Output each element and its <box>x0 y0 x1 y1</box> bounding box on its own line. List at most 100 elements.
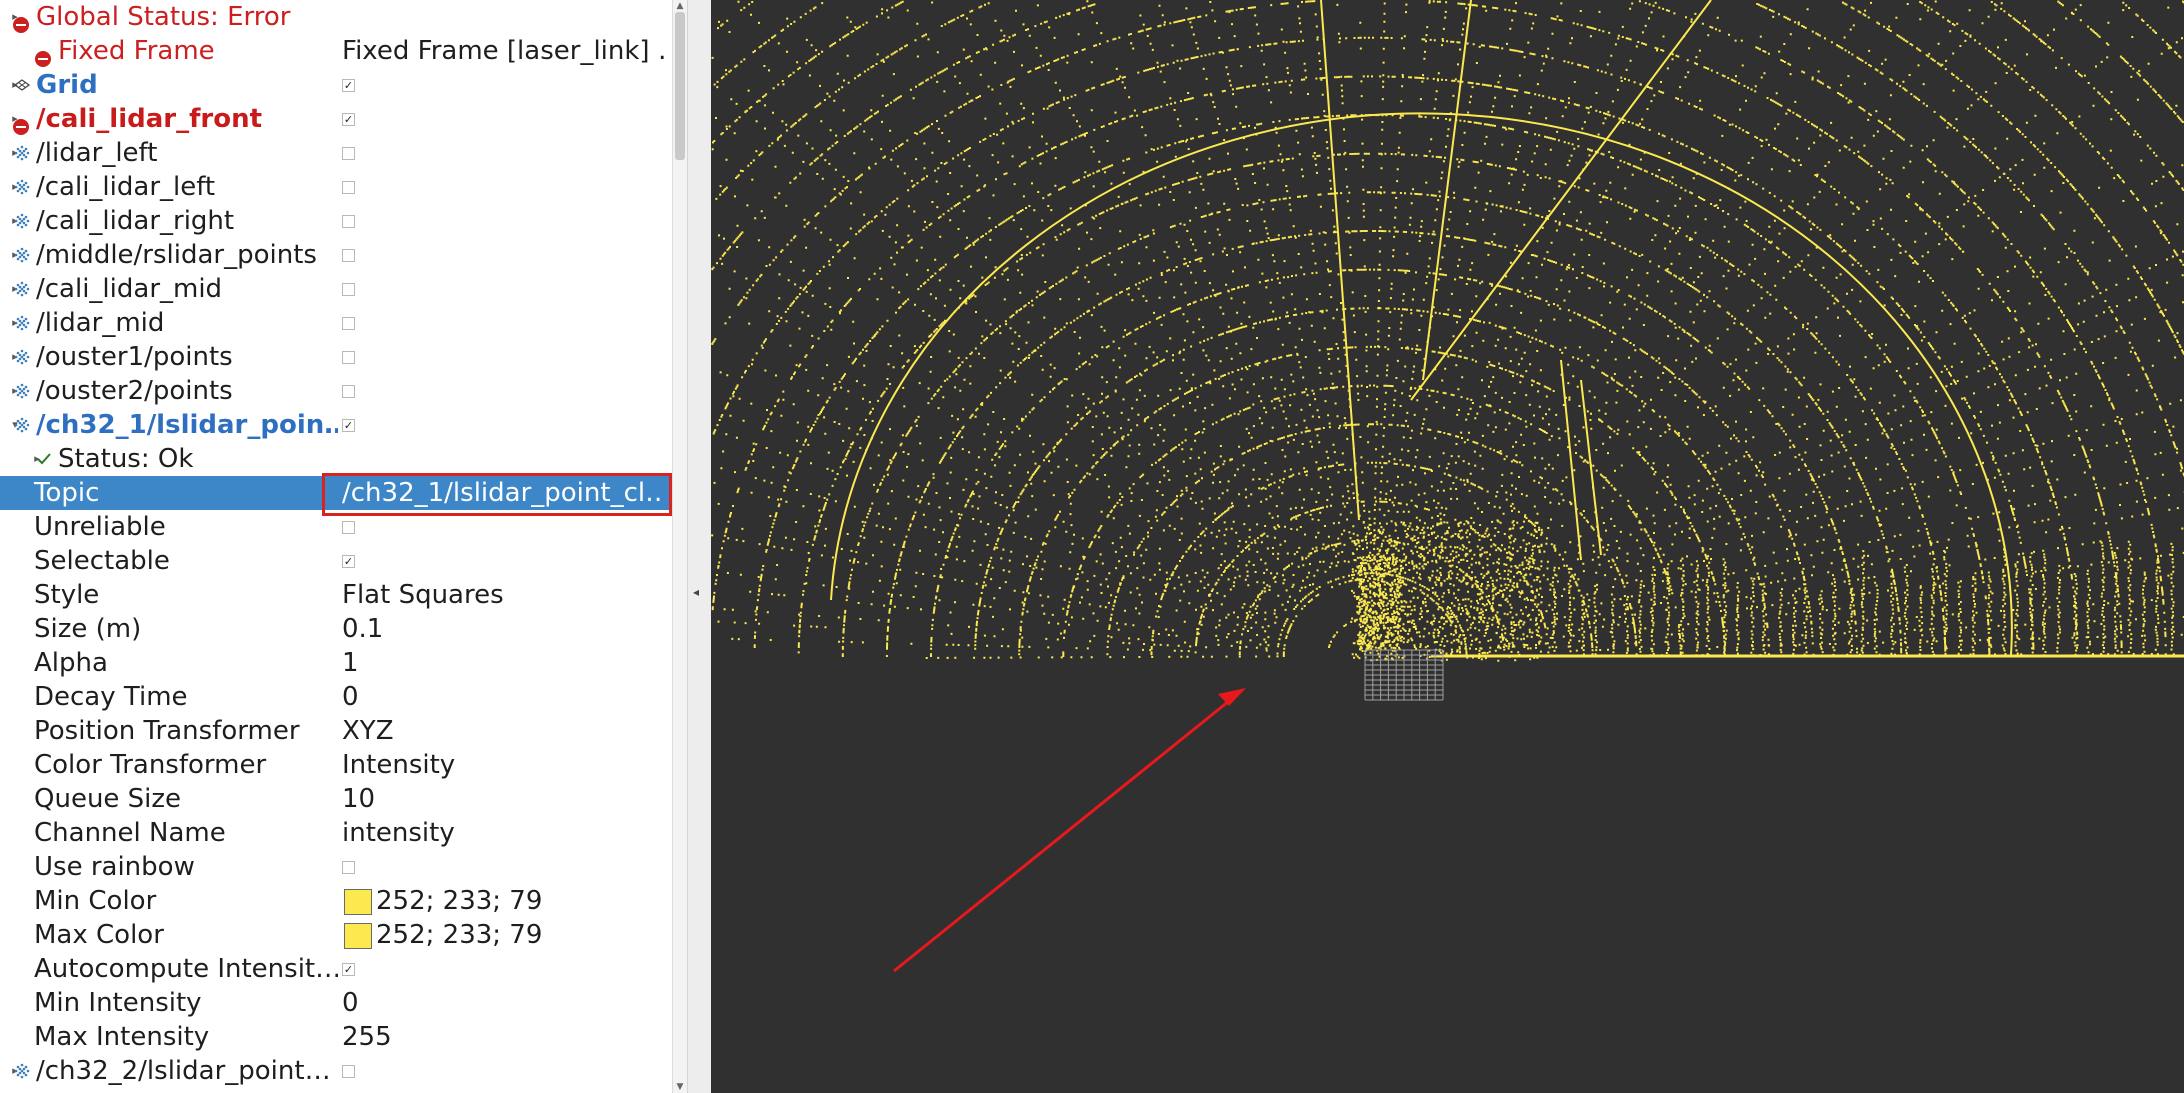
row-value[interactable]: Flat Squares <box>342 578 504 612</box>
prop-max-intensity-row[interactable]: Max Intensity 255 <box>0 1020 672 1054</box>
enable-checkbox[interactable]: ✓ <box>342 113 355 126</box>
prop-color-transformer-row[interactable]: Color Transformer Intensity <box>0 748 672 782</box>
display-cali-lidar-mid-row[interactable]: ▸/cali_lidar_mid <box>0 272 672 306</box>
row-value[interactable]: 10 <box>342 782 375 816</box>
row-label: Use rainbow <box>34 852 195 882</box>
enable-checkbox[interactable] <box>342 351 355 364</box>
pointcloud-icon <box>13 144 31 162</box>
display-lidar-mid-row[interactable]: ▸/lidar_mid <box>0 306 672 340</box>
color-value[interactable]: 252; 233; 79 <box>376 918 542 952</box>
name-cell: Unreliable <box>0 510 338 544</box>
value-cell: 0 <box>342 680 664 714</box>
display-cali-lidar-right-row[interactable]: ▸/cali_lidar_right <box>0 204 672 238</box>
row-value[interactable]: 0 <box>342 986 359 1020</box>
display-lidar-left-row[interactable]: ▸/lidar_left <box>0 136 672 170</box>
row-value[interactable]: 1 <box>342 646 359 680</box>
point-ray <box>1410 0 1712 401</box>
name-cell: Max Color <box>0 918 338 952</box>
displays-scrollbar[interactable]: ▲ ▼ <box>672 0 687 1093</box>
enable-checkbox[interactable] <box>342 385 355 398</box>
enable-checkbox[interactable] <box>342 249 355 262</box>
enable-checkbox[interactable] <box>342 861 355 874</box>
name-cell: Max Intensity <box>0 1020 338 1054</box>
display-cali-lidar-left-row[interactable]: ▸/cali_lidar_left <box>0 170 672 204</box>
pointcloud-icon <box>13 382 31 400</box>
row-value[interactable]: 255 <box>342 1020 392 1054</box>
prop-alpha-row[interactable]: Alpha 1 <box>0 646 672 680</box>
prop-min-color-row[interactable]: Min Color 252; 233; 79 <box>0 884 672 918</box>
display-ch32-2-row[interactable]: ▸/ch32_2/lslidar_point… <box>0 1054 672 1088</box>
prop-autocompute-intensity-row[interactable]: Autocompute Intensit… ✓ <box>0 952 672 986</box>
prop-max-color-row[interactable]: Max Color 252; 233; 79 <box>0 918 672 952</box>
enable-checkbox[interactable] <box>342 215 355 228</box>
fixed-frame-row[interactable]: Fixed Frame Fixed Frame [laser_link] … <box>0 34 672 68</box>
pointcloud-icon <box>13 314 31 332</box>
color-swatch[interactable] <box>344 923 372 949</box>
enable-checkbox[interactable] <box>342 521 355 534</box>
row-label: Status: Ok <box>58 444 194 474</box>
value-cell: Intensity <box>342 748 664 782</box>
status-ok-row[interactable]: ▸ Status: Ok <box>0 442 672 476</box>
prop-selectable-row[interactable]: Selectable ✓ <box>0 544 672 578</box>
row-value[interactable]: Fixed Frame [laser_link] … <box>342 34 664 68</box>
row-label: /ouster2/points <box>36 376 233 406</box>
error-icon <box>13 8 31 33</box>
global-status-row[interactable]: ▸ Global Status: Error <box>0 0 672 34</box>
row-value[interactable]: Intensity <box>342 748 455 782</box>
value-cell <box>342 272 664 306</box>
row-label: Selectable <box>34 546 170 576</box>
row-value[interactable]: 0.1 <box>342 612 383 646</box>
prop-channel-name-row[interactable]: Channel Name intensity <box>0 816 672 850</box>
row-label: Topic <box>34 478 100 508</box>
collapse-panel-arrow-icon[interactable]: ◂ <box>693 585 699 599</box>
grid-icon <box>13 76 31 94</box>
value-cell: intensity <box>342 816 664 850</box>
pointcloud-icon <box>13 178 31 196</box>
color-swatch[interactable] <box>344 889 372 915</box>
row-label: Position Transformer <box>34 716 300 746</box>
enable-checkbox[interactable] <box>342 1065 355 1078</box>
enable-checkbox[interactable] <box>342 283 355 296</box>
enable-checkbox[interactable] <box>342 181 355 194</box>
value-cell <box>342 136 664 170</box>
enable-checkbox[interactable]: ✓ <box>342 419 355 432</box>
enable-checkbox[interactable] <box>342 147 355 160</box>
value-cell <box>342 204 664 238</box>
row-value[interactable]: 0 <box>342 680 359 714</box>
color-value[interactable]: 252; 233; 79 <box>376 884 542 918</box>
prop-use-rainbow-row[interactable]: Use rainbow <box>0 850 672 884</box>
display-ouster2-row[interactable]: ▸/ouster2/points <box>0 374 672 408</box>
pointcloud-icon <box>13 212 31 230</box>
annotation-arrow-head <box>1218 688 1246 706</box>
prop-size-row[interactable]: Size (m) 0.1 <box>0 612 672 646</box>
enable-checkbox[interactable]: ✓ <box>342 963 355 976</box>
name-cell: ▸/ouster2/points <box>0 374 338 408</box>
display-grid-row[interactable]: ▸ Grid ✓ <box>0 68 672 102</box>
prop-queue-size-row[interactable]: Queue Size 10 <box>0 782 672 816</box>
scroll-down-arrow-icon[interactable]: ▼ <box>673 1081 687 1093</box>
display-ch32-1-row[interactable]: ▾/ch32_1/lslidar_poin… ✓ <box>0 408 672 442</box>
display-cali-lidar-front-row[interactable]: ▸/cali_lidar_front ✓ <box>0 102 672 136</box>
3d-render-view[interactable] <box>711 0 2184 1093</box>
scroll-up-arrow-icon[interactable]: ▲ <box>673 0 687 12</box>
panel-splitter[interactable]: ◂ <box>687 0 711 1093</box>
prop-min-intensity-row[interactable]: Min Intensity 0 <box>0 986 672 1020</box>
display-middle-rslidar-row[interactable]: ▸/middle/rslidar_points <box>0 238 672 272</box>
display-ouster1-row[interactable]: ▸/ouster1/points <box>0 340 672 374</box>
prop-style-row[interactable]: Style Flat Squares <box>0 578 672 612</box>
value-cell: Fixed Frame [laser_link] … <box>342 34 664 68</box>
row-label: /lidar_left <box>36 138 158 168</box>
value-cell: ✓ <box>342 408 664 442</box>
scrollbar-thumb[interactable] <box>675 12 685 160</box>
value-cell <box>342 0 664 34</box>
row-value[interactable]: XYZ <box>342 714 394 748</box>
enable-checkbox[interactable] <box>342 317 355 330</box>
row-value[interactable]: intensity <box>342 816 455 850</box>
name-cell: Selectable <box>0 544 338 578</box>
name-cell: Min Color <box>0 884 338 918</box>
prop-decay-time-row[interactable]: Decay Time 0 <box>0 680 672 714</box>
name-cell: Use rainbow <box>0 850 338 884</box>
enable-checkbox[interactable]: ✓ <box>342 79 355 92</box>
prop-position-transformer-row[interactable]: Position Transformer XYZ <box>0 714 672 748</box>
enable-checkbox[interactable]: ✓ <box>342 555 355 568</box>
